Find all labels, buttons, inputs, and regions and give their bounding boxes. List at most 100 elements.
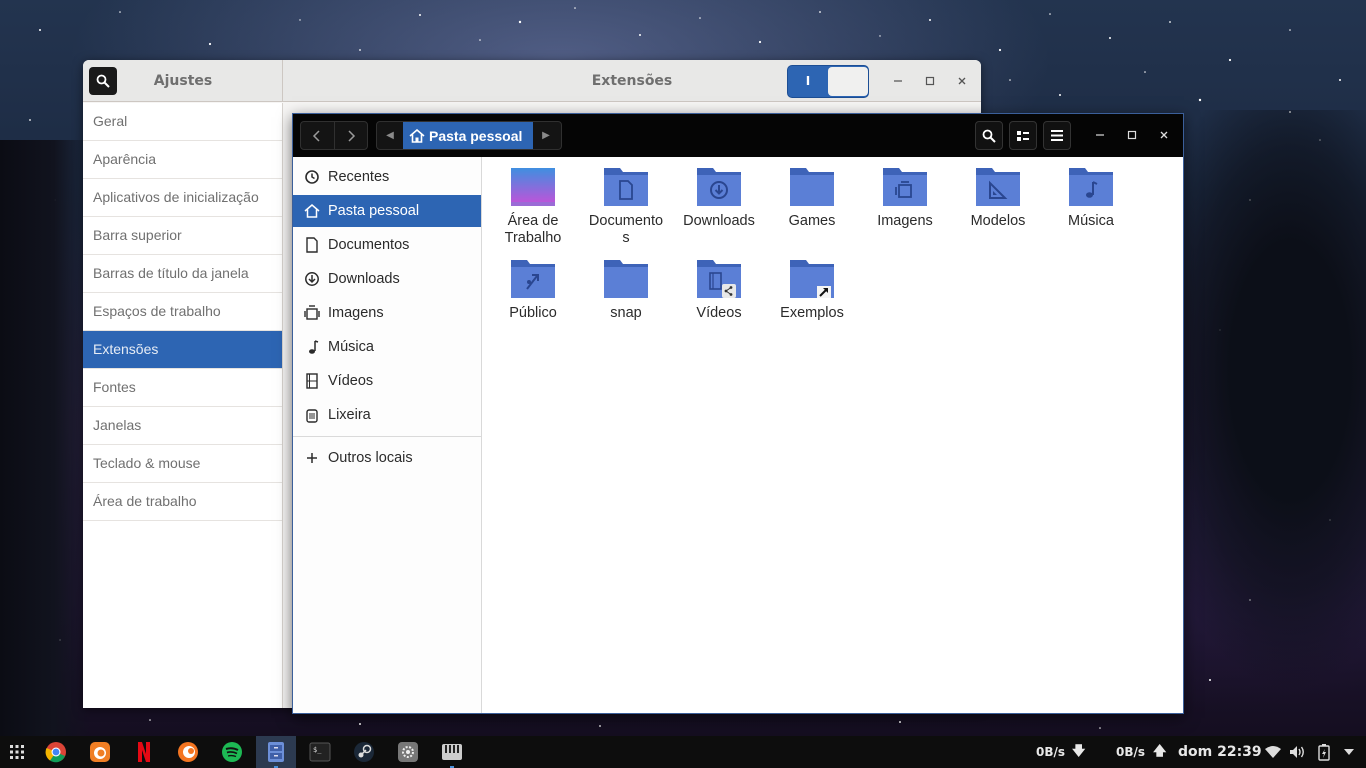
wifi-status[interactable]: [1261, 740, 1285, 764]
taskbar-firefox-alt[interactable]: [88, 740, 112, 764]
maximize-icon: [1127, 130, 1137, 140]
app-grid-icon: [10, 745, 24, 759]
tweaks-header-left: Ajustes: [83, 60, 283, 102]
trash-icon: [303, 406, 321, 424]
folder-exemplos[interactable]: Exemplos: [766, 249, 858, 322]
tweaks-item-extensoes[interactable]: Extensões: [83, 331, 282, 369]
minimize-icon: [894, 80, 902, 82]
steam-icon: [354, 742, 374, 762]
folder-label: Documento s: [588, 213, 664, 246]
folder-modelos[interactable]: Modelos: [952, 157, 1044, 230]
path-current-label: Pasta pessoal: [429, 127, 523, 144]
home-icon: [303, 202, 321, 220]
sidebar-item-musica[interactable]: Música: [293, 331, 481, 363]
gear-icon: [398, 742, 418, 762]
tweaks-minimize-button[interactable]: [886, 69, 910, 93]
sidebar-item-pasta-pessoal[interactable]: Pasta pessoal: [293, 195, 481, 227]
down-arrow-icon: 🡇: [1072, 744, 1086, 759]
back-button[interactable]: [301, 122, 334, 149]
terminal-icon: $_: [309, 742, 331, 762]
tweaks-item-geral[interactable]: Geral: [83, 103, 282, 141]
taskbar-terminal[interactable]: $_: [308, 740, 332, 764]
files-minimize-button[interactable]: [1088, 123, 1112, 147]
tweaks-item-aplicativos-inicializacao[interactable]: Aplicativos de inicialização: [83, 179, 282, 217]
net-up-value: 0B/s: [1116, 745, 1146, 759]
taskbar-files[interactable]: [264, 740, 288, 764]
folder-label: Modelos: [970, 213, 1026, 229]
film-icon: [303, 372, 321, 390]
search-icon: [96, 74, 110, 88]
folder-documentos[interactable]: Documento s: [580, 157, 672, 247]
tweaks-item-aparencia[interactable]: Aparência: [83, 141, 282, 179]
sidebar-item-label: Outros locais: [328, 450, 413, 466]
files-search-button[interactable]: [975, 121, 1003, 150]
system-menu-button[interactable]: [1337, 740, 1361, 764]
sidebar-item-imagens[interactable]: Imagens: [293, 297, 481, 329]
sidebar-item-outros-locais[interactable]: Outros locais: [293, 442, 481, 474]
battery-status[interactable]: [1312, 740, 1336, 764]
files-maximize-button[interactable]: [1120, 123, 1144, 147]
taskbar-settings-app[interactable]: [396, 740, 420, 764]
folder-imagens[interactable]: Imagens: [859, 157, 951, 230]
folder-games[interactable]: Games: [766, 157, 858, 230]
files-close-button[interactable]: [1152, 123, 1176, 147]
tweaks-headerbar: Ajustes Extensões I: [83, 60, 981, 102]
sidebar-item-label: Recentes: [328, 169, 390, 185]
tweaks-item-teclado-mouse[interactable]: Teclado & mouse: [83, 445, 282, 483]
sidebar-item-label: Lixeira: [328, 407, 371, 423]
svg-text:$_: $_: [313, 746, 322, 754]
extensions-toggle-switch[interactable]: I: [787, 65, 869, 98]
symlink-folder-icon: [789, 256, 835, 302]
sidebar-item-label: Documentos: [328, 237, 410, 253]
switch-on-label: I: [805, 74, 811, 88]
tweaks-search-button[interactable]: [89, 67, 117, 95]
tweaks-item-espacos-trabalho[interactable]: Espaços de trabalho: [83, 293, 282, 331]
path-current-button[interactable]: Pasta pessoal: [403, 122, 533, 149]
battery-charging-icon: [1318, 744, 1330, 761]
taskbar-netflix[interactable]: [132, 740, 156, 764]
tweaks-item-barras-titulo[interactable]: Barras de título da janela: [83, 255, 282, 293]
path-scroll-right-button[interactable]: ▶: [533, 122, 559, 149]
close-icon: [958, 77, 966, 85]
taskbar-crunchyroll[interactable]: [176, 740, 200, 764]
sidebar-item-downloads[interactable]: Downloads: [293, 263, 481, 295]
folder-icon: [789, 164, 835, 210]
view-toggle-button[interactable]: [1009, 121, 1037, 150]
folder-publico[interactable]: Público: [487, 249, 579, 322]
folder-musica[interactable]: Música: [1045, 157, 1137, 230]
tweaks-close-button[interactable]: [950, 69, 974, 93]
netflix-icon: [138, 742, 150, 762]
taskbar-spotify[interactable]: [220, 740, 244, 764]
tweaks-item-fontes[interactable]: Fontes: [83, 369, 282, 407]
sidebar-item-label: Vídeos: [328, 373, 374, 389]
chevron-down-icon: [1344, 749, 1354, 755]
folder-area-de-trabalho[interactable]: Área de Trabalho: [487, 157, 579, 247]
plus-icon: [303, 449, 321, 467]
folder-label: Imagens: [877, 213, 933, 229]
folder-videos[interactable]: Vídeos: [673, 249, 765, 322]
downloads-folder-icon: [696, 164, 742, 210]
path-scroll-left-button[interactable]: ◀: [377, 122, 403, 149]
pictures-folder-icon: [882, 164, 928, 210]
forward-button[interactable]: [333, 122, 367, 149]
taskbar-steam[interactable]: [352, 740, 376, 764]
tweaks-item-area-trabalho[interactable]: Área de trabalho: [83, 483, 282, 521]
tweaks-item-janelas[interactable]: Janelas: [83, 407, 282, 445]
menu-button[interactable]: [1043, 121, 1071, 150]
sidebar-item-lixeira[interactable]: Lixeira: [293, 399, 481, 431]
switch-knob[interactable]: [828, 67, 868, 96]
sidebar-item-recentes[interactable]: Recentes: [293, 161, 481, 193]
volume-status[interactable]: [1286, 740, 1310, 764]
folder-snap[interactable]: snap: [580, 249, 672, 322]
app-grid-button[interactable]: [5, 740, 29, 764]
taskbar-piano-app[interactable]: [440, 740, 464, 764]
sidebar-item-documentos[interactable]: Documentos: [293, 229, 481, 261]
tree-silhouette-right: [1180, 110, 1366, 740]
sidebar-item-videos[interactable]: Vídeos: [293, 365, 481, 397]
taskbar-chrome[interactable]: [44, 740, 68, 764]
hamburger-menu-icon: [1051, 130, 1063, 141]
tweaks-maximize-button[interactable]: [918, 69, 942, 93]
folder-downloads[interactable]: Downloads: [673, 157, 765, 230]
clock[interactable]: dom 22:39: [1178, 736, 1262, 768]
tweaks-item-barra-superior[interactable]: Barra superior: [83, 217, 282, 255]
